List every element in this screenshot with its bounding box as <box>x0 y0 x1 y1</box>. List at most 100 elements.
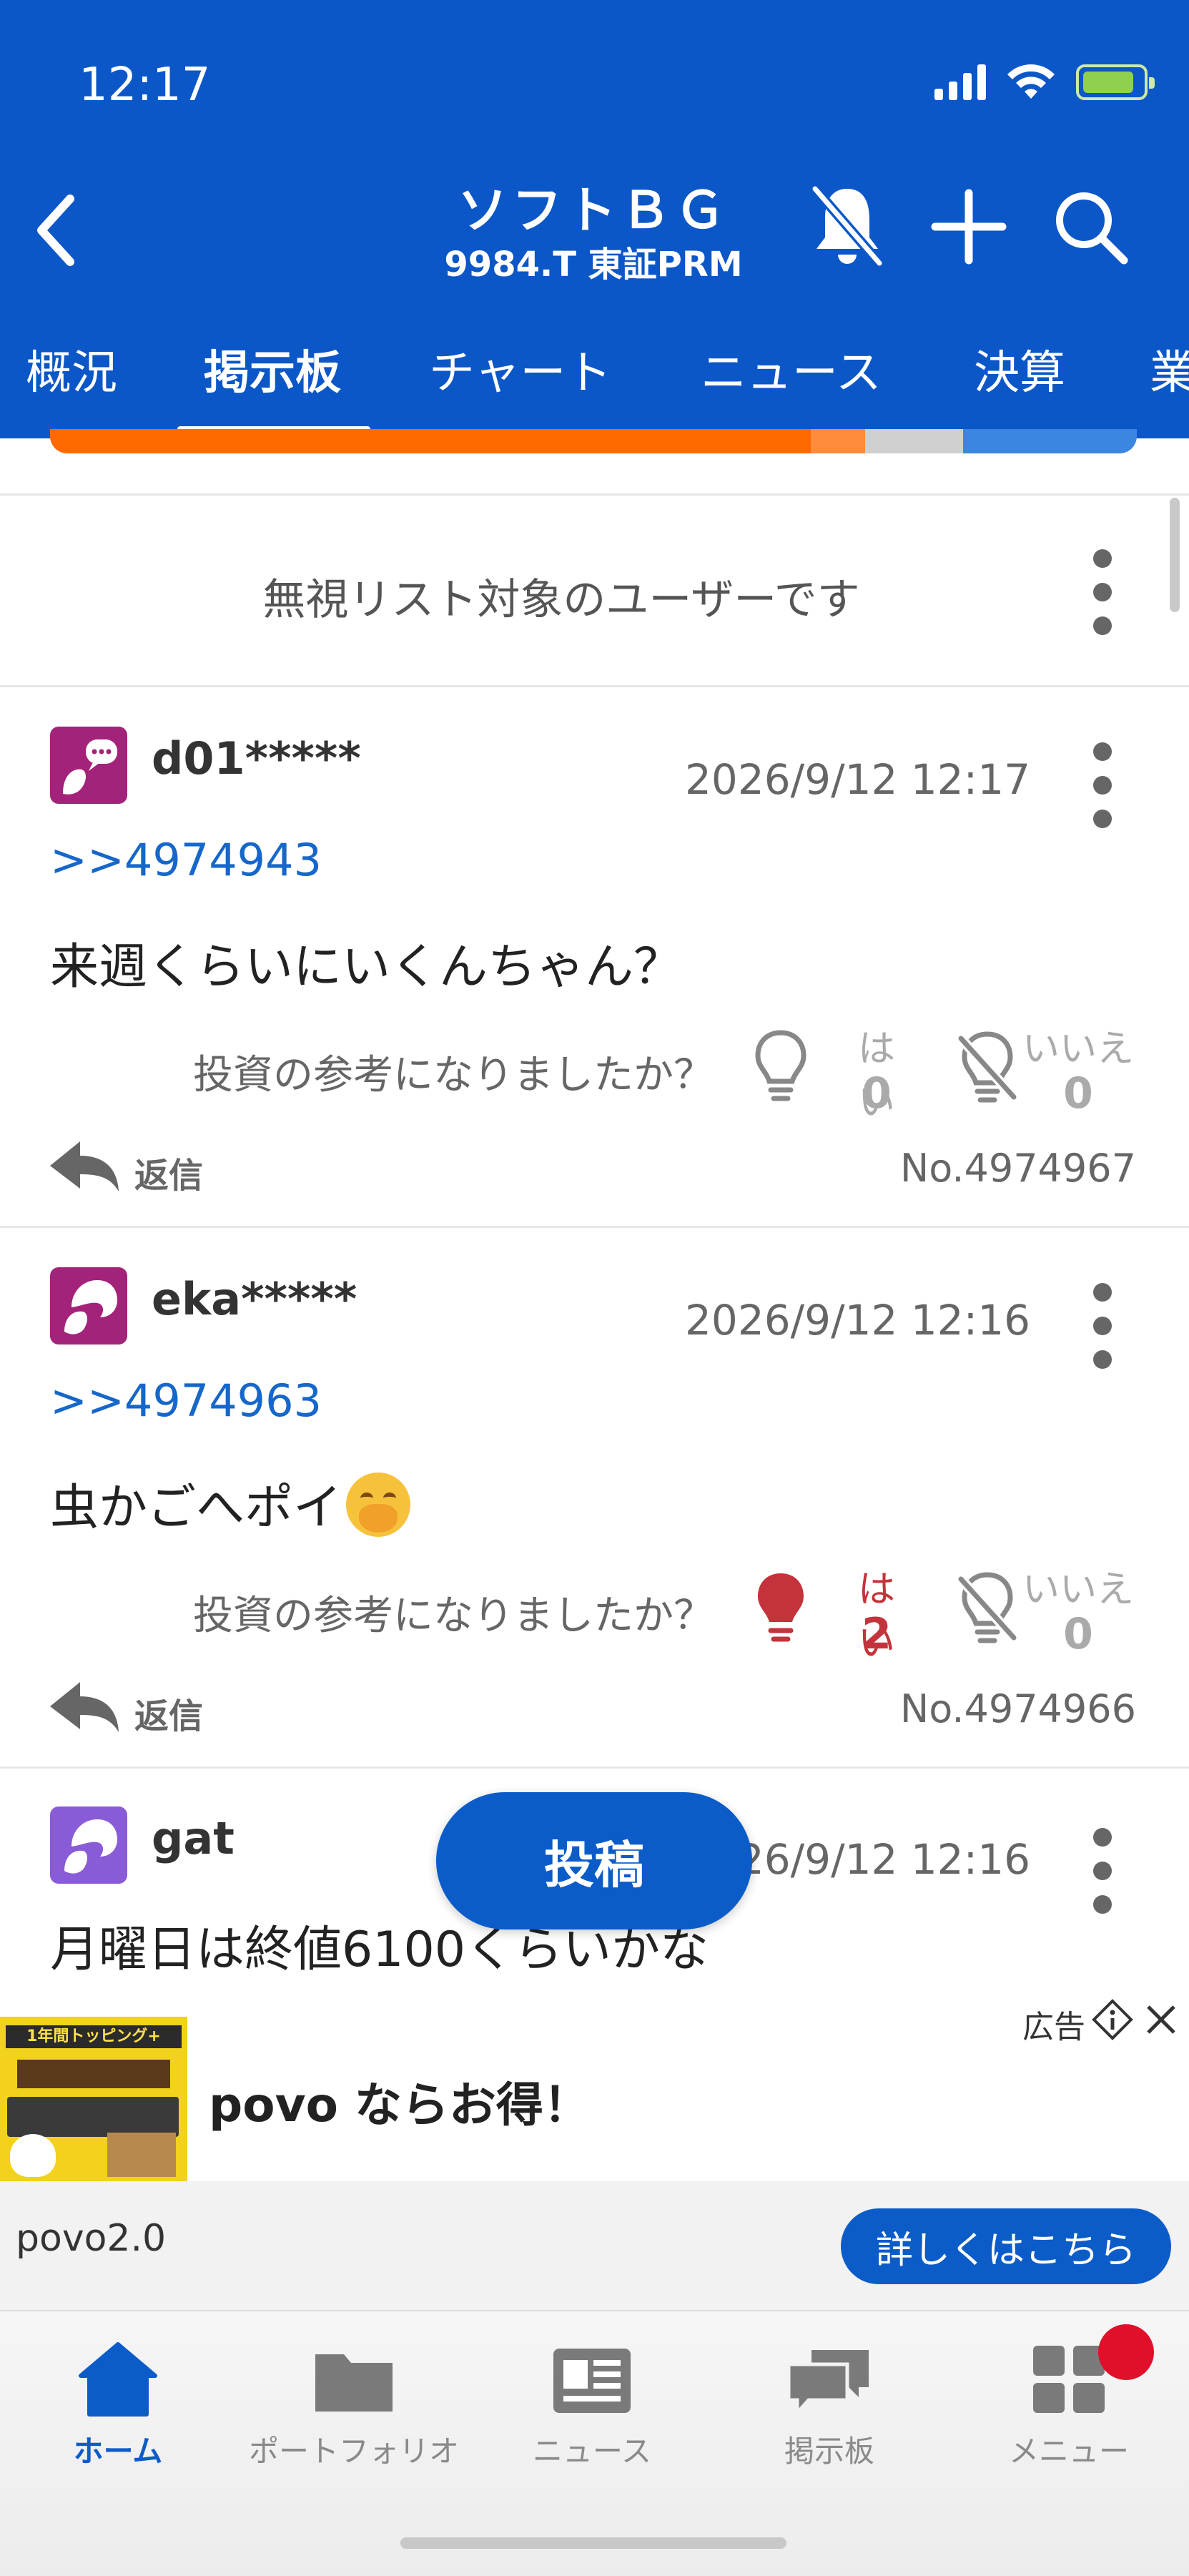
nav-menu-label: メニュー <box>1008 2434 1129 2469</box>
post-number: No.4974966 <box>899 1686 1136 1731</box>
reply-button[interactable]: 返信 <box>134 1688 203 1738</box>
ad-image-price-band <box>7 2097 179 2137</box>
app-header: 12:17 ソフトＢＧ 9984.T 東証PRM 概況 掲示板 チャート ニュー… <box>0 0 1189 438</box>
vote-question: 投資の参考になりましたか？ <box>193 1052 714 1098</box>
ad-info-icon[interactable] <box>1091 1998 1134 2041</box>
nav-portfolio-label: ポートフォリオ <box>248 2434 459 2469</box>
status-time: 12:17 <box>79 59 211 112</box>
ad-footer: povo2.0 詳しくはこちら <box>0 2181 1189 2310</box>
more-options-icon[interactable] <box>1081 1828 1124 1914</box>
post-date: 2026/9/12 12:17 <box>685 755 1030 804</box>
stock-name: ソフトＢＧ <box>458 181 729 240</box>
username[interactable]: d01***** <box>152 732 361 785</box>
reply-icon[interactable] <box>47 1678 122 1735</box>
ad-image-band <box>17 2060 170 2088</box>
stock-code: 9984.T 東証PRM <box>444 245 743 285</box>
tab-overview[interactable]: 概況 <box>26 336 117 402</box>
notification-badge <box>1098 2324 1154 2380</box>
status-icons <box>934 63 1155 100</box>
lightbulb-off-icon[interactable] <box>955 1028 1020 1107</box>
ad-label: 広告 <box>1022 2009 1085 2045</box>
vote-yes-count: 0 <box>862 1068 892 1119</box>
nav-portfolio[interactable]: ポートフォリオ <box>236 2340 472 2471</box>
vote-question: 投資の参考になりましたか？ <box>193 1593 714 1639</box>
tab-board[interactable]: 掲示板 <box>204 336 341 402</box>
reply-reference-link[interactable]: >>4974943 <box>50 834 322 886</box>
nav-home[interactable]: ホーム <box>0 2340 236 2471</box>
user-avatar[interactable] <box>50 727 127 804</box>
vote-no-label: いいえ <box>1022 1568 1134 1611</box>
tab-earnings[interactable]: 決算 <box>974 336 1065 402</box>
lightbulb-icon[interactable] <box>752 1027 809 1106</box>
back-arrow-icon[interactable] <box>26 187 90 273</box>
vote-yes-count: 2 <box>862 1609 892 1659</box>
sentiment-bar <box>50 429 1137 453</box>
scrollbar[interactable] <box>1170 498 1180 612</box>
nav-news-label: ニュース <box>533 2434 651 2469</box>
user-avatar[interactable] <box>50 1267 127 1344</box>
username[interactable]: gat <box>152 1812 235 1864</box>
reply-icon[interactable] <box>47 1137 122 1194</box>
reply-button[interactable]: 返信 <box>134 1147 203 1197</box>
lightbulb-off-icon[interactable] <box>955 1569 1020 1648</box>
ad-image-text: 1年間トッピング+ <box>6 2025 182 2048</box>
more-options-icon[interactable] <box>1081 549 1124 635</box>
wifi-icon <box>1007 64 1055 99</box>
face-with-hand-over-mouth-emoji-icon <box>346 1473 411 1537</box>
username[interactable]: eka***** <box>152 1273 357 1325</box>
more-options-icon[interactable] <box>1081 1283 1124 1369</box>
new-post-button[interactable]: 投稿 <box>436 1792 752 1929</box>
chat-bubbles-icon <box>786 2350 869 2418</box>
post-date: 2026/9/12 12:16 <box>685 1296 1030 1344</box>
vote-no-count: 0 <box>1063 1068 1093 1119</box>
tab-industry[interactable]: 業 <box>1150 336 1189 402</box>
home-icon <box>79 2342 157 2417</box>
post-item: d01***** 2026/9/12 12:17 >>4974943 来週くらい… <box>0 715 1189 1223</box>
add-icon[interactable] <box>929 187 1008 266</box>
cellular-signal-icon <box>934 63 986 100</box>
ad-banner[interactable]: 1年間トッピング+ povo ならお得！ 広告 povo2.0 詳しくはこちら <box>0 1995 1189 2310</box>
tab-news[interactable]: ニュース <box>701 336 882 402</box>
post-body: 来週くらいにいくんちゃん？ <box>50 939 683 996</box>
user-avatar[interactable] <box>50 1806 127 1884</box>
sentiment-segment <box>962 429 1137 453</box>
sentiment-segment <box>811 429 865 453</box>
post-body-text: 虫かごへポイ <box>50 1480 342 1536</box>
more-options-icon[interactable] <box>1081 742 1124 828</box>
sentiment-segment <box>865 429 963 453</box>
divider <box>0 685 1189 687</box>
lightbulb-icon[interactable] <box>752 1568 809 1646</box>
ad-cta-button[interactable]: 詳しくはこちら <box>841 2208 1171 2284</box>
ad-image[interactable]: 1年間トッピング+ <box>0 2017 187 2183</box>
nav-board-label: 掲示板 <box>784 2434 874 2469</box>
post-number: No.4974967 <box>899 1146 1136 1191</box>
bottom-navigation: ホーム ポートフォリオ ニュース 掲示板 メニュー <box>0 2310 1189 2576</box>
tab-chart[interactable]: チャート <box>429 336 611 402</box>
search-icon[interactable] <box>1051 187 1130 266</box>
battery-icon <box>1076 64 1155 100</box>
bell-off-icon[interactable] <box>808 179 887 272</box>
tab-bar: 概況 掲示板 チャート ニュース 決算 業 <box>0 329 1189 436</box>
sentiment-segment <box>50 429 811 453</box>
vote-no-count: 0 <box>1063 1609 1093 1659</box>
home-indicator[interactable] <box>400 2537 786 2549</box>
close-icon[interactable] <box>1141 2000 1181 2040</box>
newspaper-icon <box>553 2349 631 2413</box>
divider <box>0 493 1189 496</box>
ghost-mascot-icon <box>10 2134 56 2177</box>
vote-no-label: いいえ <box>1022 1028 1134 1071</box>
nav-news[interactable]: ニュース <box>474 2340 710 2471</box>
post-body: 虫かごへポイ <box>50 1468 411 1538</box>
nav-home-label: ホーム <box>73 2434 163 2469</box>
ignored-user-message: 無視リスト対象のユーザーです <box>262 575 860 625</box>
post-item: eka***** 2026/9/12 12:16 >>4974963 虫かごへポ… <box>0 1256 1189 1764</box>
divider <box>0 1226 1189 1228</box>
nav-board[interactable]: 掲示板 <box>711 2340 947 2471</box>
ad-advertiser: povo2.0 <box>16 2217 167 2260</box>
ad-content[interactable]: 1年間トッピング+ povo ならお得！ 広告 <box>0 1995 1189 2183</box>
package-icon <box>107 2133 176 2177</box>
ad-title[interactable]: povo ならお得！ <box>209 2067 591 2135</box>
divider <box>0 1766 1189 1769</box>
folder-icon <box>315 2354 393 2412</box>
reply-reference-link[interactable]: >>4974963 <box>50 1375 322 1427</box>
